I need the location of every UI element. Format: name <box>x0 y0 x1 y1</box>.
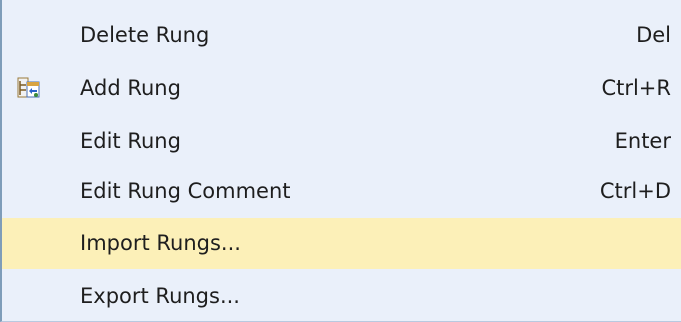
menu-item-shortcut: Enter <box>614 129 671 153</box>
menu-item-label: Add Rung <box>80 76 181 100</box>
menu-item-label: Edit Rung <box>80 129 181 153</box>
menu-item-label: Delete Rung <box>80 23 210 47</box>
menu-item-add-rung[interactable]: Add Rung Ctrl+R <box>2 63 681 114</box>
context-menu: Delete Rung Del Add Rung Ctrl+R Edit Run… <box>0 0 681 322</box>
menu-item-edit-rung[interactable]: Edit Rung Enter <box>2 116 681 167</box>
menu-item-edit-rung-comment[interactable]: Edit Rung Comment Ctrl+D <box>2 166 681 217</box>
add-rung-icon <box>17 76 41 100</box>
menu-item-shortcut: Del <box>636 23 671 47</box>
menu-item-label: Edit Rung Comment <box>80 179 291 203</box>
menu-item-label: Import Rungs... <box>80 231 241 255</box>
menu-item-label: Export Rungs... <box>80 284 240 308</box>
menu-item-shortcut: Ctrl+D <box>599 179 671 203</box>
menu-item-shortcut: Ctrl+R <box>601 76 671 100</box>
menu-item-export-rungs[interactable]: Export Rungs... <box>2 271 681 322</box>
menu-item-import-rungs[interactable]: Import Rungs... <box>2 218 681 269</box>
menu-item-delete-rung[interactable]: Delete Rung Del <box>2 10 681 61</box>
